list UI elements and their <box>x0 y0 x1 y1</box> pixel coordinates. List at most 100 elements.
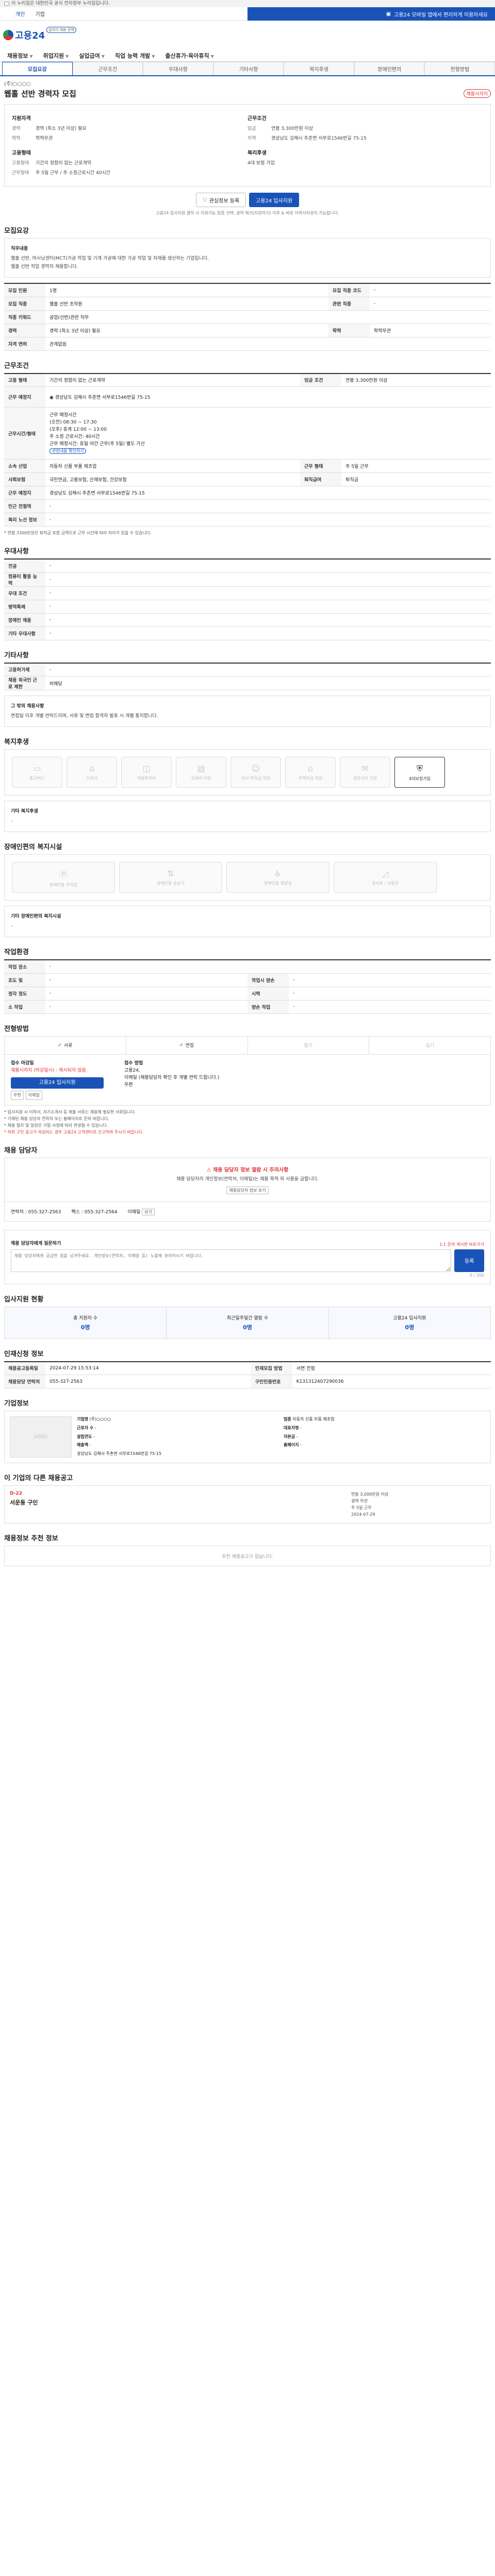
child-icon: ☺ <box>251 764 260 773</box>
inquiry-board-link[interactable]: 1:1 문의 게시판 바로가기 <box>439 1242 484 1247</box>
section-recruit-title: 모집요강 <box>4 227 29 235</box>
hours-detail-link[interactable]: 관련내용 확인하기 <box>50 448 87 454</box>
deadline-badge: 채용시까지 <box>463 89 491 98</box>
method-interview: ✓ 면접 <box>126 1036 248 1054</box>
section-reginfo-title: 인재신청 정보 <box>4 1350 44 1358</box>
gov-banner: 이 누리집은 대한민국 공식 전자정부 누리집입니다. <box>0 0 495 7</box>
gnb-item[interactable]: 실업급여 ▼ <box>74 52 110 60</box>
tab-selection[interactable]: 전형방법 <box>424 62 495 75</box>
topbar-personal[interactable]: 개인 <box>15 10 25 18</box>
welfare-item: ⌂ 주택자금 지원 <box>285 757 336 788</box>
global-nav: 채용정보 ▼ 취업지원 ▼ 실업급여 ▼ 직업 능력 개발 ▼ 출산휴가·육아휴직 ▼ <box>0 49 495 62</box>
email-button[interactable]: 이메일 <box>25 1090 42 1100</box>
method-written: 필기 <box>248 1036 370 1054</box>
topbar-app-link[interactable]: 고용24 모바일 앱에서 편리하게 이용하세요 <box>394 10 488 18</box>
post-button[interactable]: 우편 <box>11 1090 24 1100</box>
house-icon: ⌂ <box>89 764 95 773</box>
duty-box: 직무내용 웹홀 선반, 머시닝센터(MCT)가공 작업 및 기계 가공에 대한 … <box>4 238 491 278</box>
car-icon: ◫ <box>142 764 151 773</box>
gnb-item[interactable]: 직업 능력 개발 ▼ <box>110 52 160 60</box>
disability-icons: Ⓟ 장애인용 주차장 ⇅ 장애인용 승강기 ♿ 장애인용 화장실 ◿ 경사로 / 자동문 <box>4 854 491 901</box>
suggest-empty: 추천 채용공고가 없습니다. <box>4 1546 491 1566</box>
method-practical: 실기 <box>425 1043 434 1048</box>
section-select-title: 전형방법 <box>4 1025 29 1033</box>
section-cond-title: 근무조건 <box>4 362 29 370</box>
chevron-down-icon: ▼ <box>152 54 155 59</box>
home-icon: ⌂ <box>307 764 314 773</box>
flag-icon <box>4 2 9 6</box>
welfare-item-active: ⛨ 4대보험가입 <box>394 757 445 788</box>
bus-icon: ▭ <box>33 764 41 773</box>
book-icon: ▤ <box>197 764 205 773</box>
inquiry-submit-button[interactable]: 등록 <box>454 1249 484 1272</box>
chevron-down-icon: ▼ <box>210 54 214 59</box>
gnb-item[interactable]: 출산휴가·육아휴직 ▼ <box>160 52 219 60</box>
map-pin-icon: ◉ <box>50 395 54 400</box>
select-apply-button[interactable]: 고용24 입사지원 <box>11 1077 104 1089</box>
section-prefer-title: 우대사항 <box>4 548 29 555</box>
logo[interactable]: 고용24 일자리 채용 정책 <box>3 27 76 42</box>
method-docs: ✓ 서류 <box>5 1036 126 1054</box>
chevron-down-icon: ▼ <box>101 54 105 59</box>
company-info: LOGO 기업명 (주)○○○○ 업종 자동차 신품 부품 제조업 근로자 수 … <box>4 1411 491 1463</box>
topbar-company[interactable]: 기업 <box>35 10 44 18</box>
section-tabs: 모집요강 근무조건 우대사항 기타사항 복지후생 장애인편의 전형방법 <box>0 62 495 76</box>
welfare-item: ✉ 경조사비 지원 <box>340 757 390 788</box>
job-title: 웹홀 선반 경력자 모집 <box>4 89 76 98</box>
contact-info: 연락처 : 055-327-2563 팩스 : 055-327-2564 이메일… <box>4 1201 491 1222</box>
shield-icon: ⛨ <box>416 763 423 773</box>
gnb-item[interactable]: 채용정보 ▼ <box>2 52 38 60</box>
gnb-item[interactable]: 취업지원 ▼ <box>38 52 74 60</box>
tab-recruit[interactable]: 모집요강 <box>2 62 73 75</box>
reginfo-table: 채용공고등록일 2024-07-29 15:53:14 인재모집 방법 서면 전형 채… <box>4 1361 491 1388</box>
etc-notes: 그 밖의 채용사항 면접일 이후 개별 연락드리며, 서류 및 면접 합격자 발표… <box>4 696 491 727</box>
cond-table: 고용 형태 기간의 정함이 없는 근로계약 임금 조건 연봉 3,300만원 이상 근… <box>4 372 491 527</box>
tab-prefer[interactable]: 우대사항 <box>143 62 213 75</box>
etc-table: 고용허가제 - 채용 외국인 근로 제한 비해당 <box>4 662 491 690</box>
prefer-table: 전공 - 컴퓨터 활용 능력 - 우대 조건 - 병역특례 - 장애인 채용 - 기타 우… <box>4 558 491 640</box>
check-icon: ✓ <box>58 1042 62 1048</box>
heart-icon: ♡ <box>202 197 207 203</box>
inquiry-input[interactable] <box>11 1249 452 1272</box>
elevator-icon: ⇅ <box>167 869 174 878</box>
mobile-icon: ▣ <box>386 11 391 17</box>
workenv-table: 작업 장소 - 조도 및 - 작업시 양손 - 청각 정도 - 시력 - 소 작업 - 양손 작업… <box>4 959 491 1014</box>
welfare-item: ⌂ 기숙사 <box>67 757 117 788</box>
topbar: 개인 기업 ▣ 고용24 모바일 앱에서 편리하게 이용하세요 <box>0 7 495 21</box>
view-contact-button[interactable]: 채용담당자 정보 보기 <box>226 1186 269 1194</box>
section-suggest-title: 채용정보 추천 정보 <box>4 1535 58 1543</box>
check-icon: ✓ <box>179 1042 184 1048</box>
email-view-button[interactable]: 보기 <box>142 1208 155 1215</box>
tab-disability[interactable]: 장애인편의 <box>354 62 425 75</box>
tab-etc[interactable]: 기타사항 <box>213 62 284 75</box>
section-disability-title: 장애인편의 복지시설 <box>4 843 62 851</box>
apply-info: 접수 마감일 채용시까지 (마감일시) : 제시되지 않음 고용24 입사지원 우… <box>4 1054 491 1106</box>
welfare-other: 기타 복지후생 - <box>4 801 491 832</box>
other-job-card[interactable]: D-22 서운동 구인 연봉 3,000만원 이상 경력 무관 주 5일 근무 2024… <box>4 1485 491 1523</box>
select-methods: ✓ 서류 ✓ 면접 필기 실기 <box>4 1036 491 1055</box>
disability-other: 기타 장애인편의 복지시설 - <box>4 906 491 937</box>
inquiry-box: 채용 담당자에게 질문하기1:1 문의 게시판 바로가기 등록 0 / 300 <box>4 1229 491 1284</box>
tab-conditions[interactable]: 근무조건 <box>72 62 143 75</box>
welfare-item: ◫ 차량유지비 <box>121 757 172 788</box>
summary-box: 지원자격 경력 경력 (최소 3년 이상) 필요 학력 학력무관 고용형태 고용형태… <box>4 104 491 187</box>
section-others-title: 이 기업의 다른 채용공고 <box>4 1475 73 1482</box>
apply-button[interactable]: 고용24 입사지원 <box>249 193 300 207</box>
ramp-icon: ◿ <box>382 869 389 878</box>
tab-welfare[interactable]: 복지후생 <box>284 62 354 75</box>
section-etc-title: 기타사항 <box>4 651 29 659</box>
recruit-table: 모집 인원 1명 모집 직종 코드 - 모집 직종 웹홀 선반 조작원 관련 직종 - 직종… <box>4 283 491 351</box>
chevron-down-icon: ▼ <box>29 54 33 59</box>
logo-icon <box>3 30 13 40</box>
section-welfare-title: 복지후생 <box>4 738 29 746</box>
select-notes: * 입사지원 시 이력서, 자기소개서 등 제출 서류는 채용에 필요한 서류입… <box>4 1109 144 1134</box>
section-company-title: 기업정보 <box>4 1400 29 1408</box>
toilet-icon: ♿ <box>274 869 282 878</box>
gift-icon: ✉ <box>361 764 369 773</box>
warning-icon: ⚠ <box>206 1167 211 1173</box>
chevron-down-icon: ▼ <box>65 54 69 59</box>
scrap-button[interactable]: ♡ 관심정보 등록 <box>195 193 246 207</box>
section-status-title: 입사지원 현황 <box>4 1295 44 1303</box>
welfare-icons: ▭ 통근버스 ⌂ 기숙사 ◫ 차량유지비 ▤ 교육비 지원 ☺ 자녀 학자금 지원 ⌂ 주택… <box>4 749 491 795</box>
company-name: (주)○○○○ <box>4 81 31 87</box>
